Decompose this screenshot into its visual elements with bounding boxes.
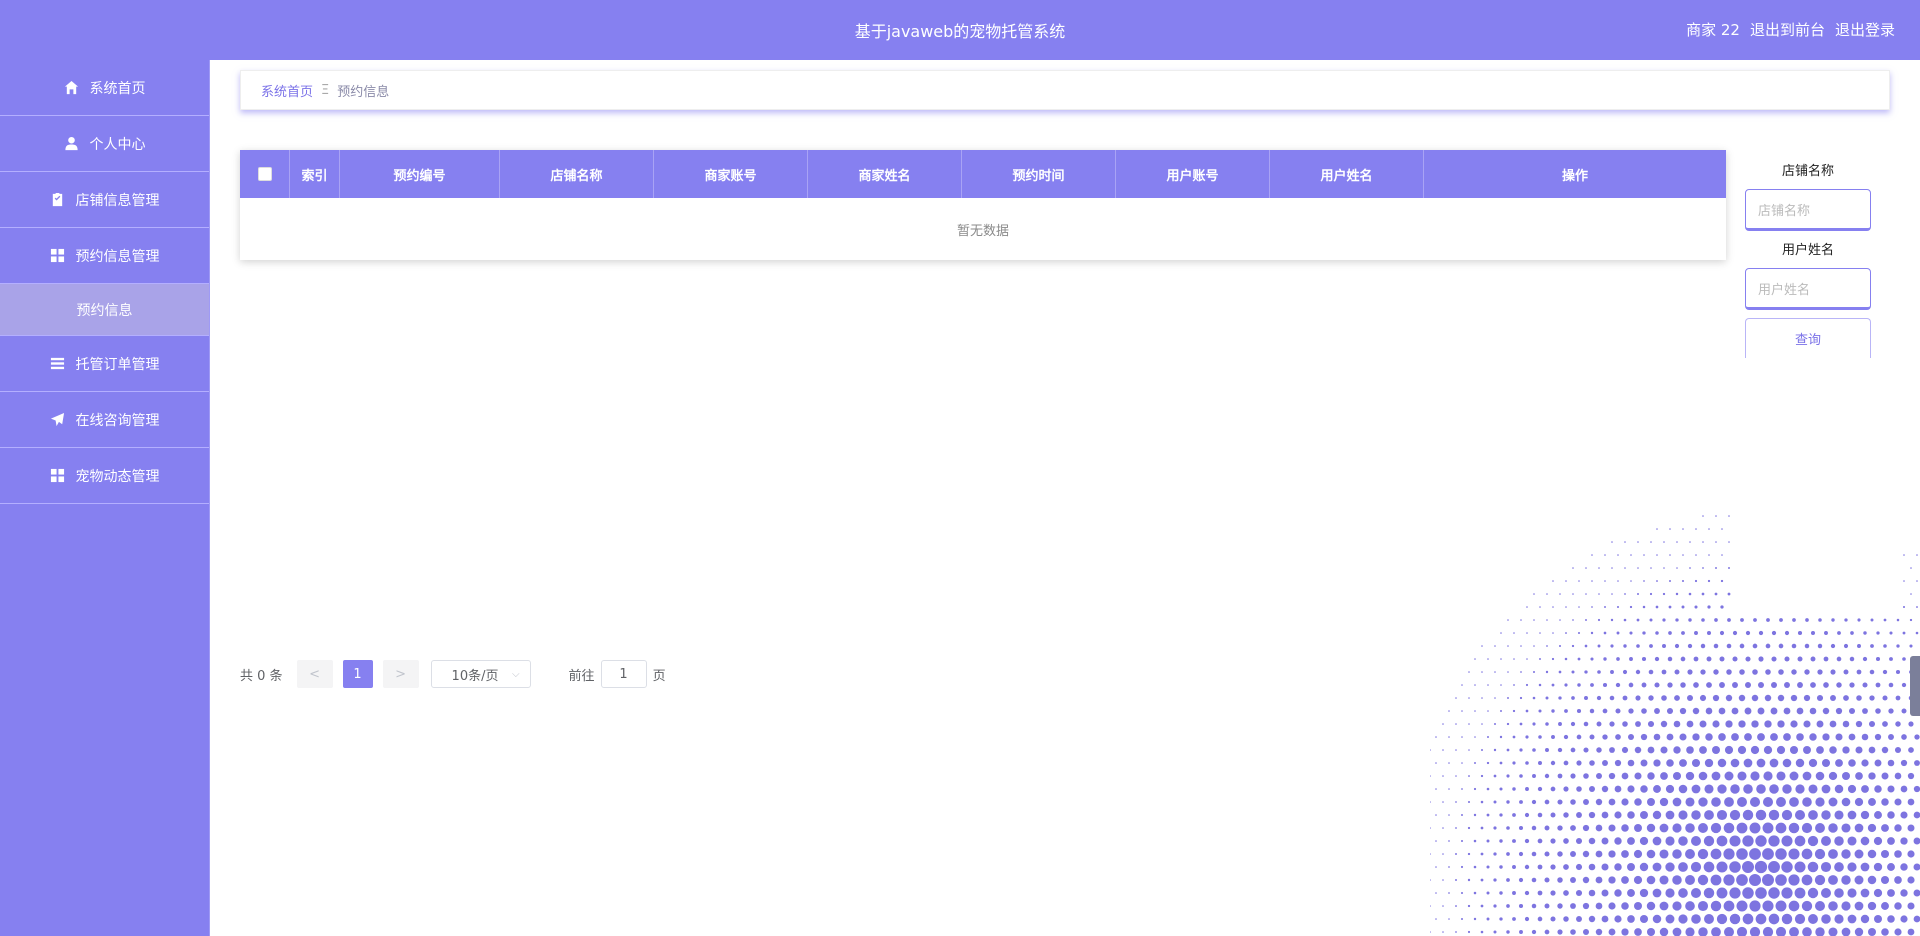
sidebar-item-label: 个人中心 [89, 136, 146, 153]
sidebar-item-label: 托管订单管理 [75, 356, 160, 373]
pagination-total: 共 0 条 [240, 668, 283, 684]
column-header: 商家账号 [654, 150, 808, 198]
home-icon [64, 80, 80, 96]
breadcrumb-home[interactable]: 系统首页 [261, 81, 313, 100]
sidebar-item-profile[interactable]: 个人中心 [0, 116, 209, 172]
shop-name-input[interactable]: 店铺名称 [1745, 189, 1871, 231]
sidebar-item-label: 在线咨询管理 [75, 412, 160, 429]
column-header: 用户姓名 [1270, 150, 1424, 198]
sidebar-item-reservation-mgmt[interactable]: 预约信息管理 [0, 228, 209, 284]
page-size-value: 10条/页 [451, 668, 499, 684]
pagination: 共 0 条 < 1 > 10条/页 ⌵ 前往 1 页 [240, 660, 666, 688]
sidebar-subitem-reservation-info[interactable]: 预约信息 [0, 284, 209, 336]
chevron-down-icon: ⌵ [511, 668, 520, 680]
top-header: 基于javaweb的宠物托管系统 商家 22 退出到前台 退出登录 [0, 0, 1920, 60]
grid-icon [50, 248, 66, 264]
page-size-select[interactable]: 10条/页 ⌵ [430, 660, 531, 688]
search-panel: 店铺名称 店铺名称 用户姓名 用户姓名 查询 [1745, 160, 1871, 358]
query-button[interactable]: 查询 [1745, 318, 1871, 358]
shop-name-label: 店铺名称 [1781, 164, 1834, 179]
sidebar-item-label: 预约信息管理 [75, 248, 160, 265]
breadcrumb: 系统首页 Ξ 预约信息 [240, 70, 1890, 110]
goto-page-input[interactable]: 1 [600, 660, 647, 688]
column-header: 用户账号 [1116, 150, 1270, 198]
next-page-button[interactable]: > [382, 660, 419, 688]
column-header: 预约编号 [340, 150, 500, 198]
sidebar-item-shop-info[interactable]: 店铺信息管理 [0, 172, 209, 228]
column-header: 索引 [290, 150, 340, 198]
sidebar-item-order-mgmt[interactable]: 托管订单管理 [0, 336, 209, 392]
grid-icon [50, 468, 66, 484]
select-all-checkbox[interactable] [257, 167, 272, 181]
goto-prefix: 前往 [568, 668, 595, 684]
goto-suffix: 页 [652, 668, 666, 684]
sidebar-item-consult-mgmt[interactable]: 在线咨询管理 [0, 392, 209, 448]
logout-link[interactable]: 退出登录 [1835, 19, 1895, 40]
column-header: 操作 [1561, 168, 1588, 184]
breadcrumb-current: 预约信息 [337, 84, 390, 100]
sidebar-item-home[interactable]: 系统首页 [0, 60, 209, 116]
header-user-area: 商家 22 退出到前台 退出登录 [1686, 19, 1895, 40]
send-icon [50, 412, 66, 428]
column-header: 店铺名称 [500, 150, 654, 198]
decorative-dot-pattern [1430, 515, 1920, 936]
sidebar-item-label: 系统首页 [89, 80, 146, 97]
sidebar: 系统首页 个人中心 店铺信息管理 预约信息管理 预约信息 托管订单管理 在线咨询… [0, 60, 210, 936]
sidebar-item-label: 宠物动态管理 [75, 468, 160, 485]
data-table: 索引 预约编号 店铺名称 商家账号 商家姓名 预约时间 用户账号 用户姓名 操作… [240, 150, 1726, 260]
column-header: 商家姓名 [808, 150, 962, 198]
prev-page-button[interactable]: < [296, 660, 333, 688]
sidebar-item-label: 店铺信息管理 [75, 192, 160, 209]
back-to-front-link[interactable]: 退出到前台 [1750, 19, 1825, 40]
list-icon [50, 356, 66, 372]
breadcrumb-separator: Ξ [321, 82, 330, 98]
user-icon [64, 136, 80, 152]
user-name-label: 用户姓名 [1781, 243, 1834, 258]
app-title: 基于javaweb的宠物托管系统 [854, 22, 1066, 41]
user-label: 商家 22 [1686, 21, 1740, 39]
side-drawer-handle[interactable] [1910, 656, 1920, 716]
clipboard-icon [50, 192, 66, 208]
sidebar-item-pet-news-mgmt[interactable]: 宠物动态管理 [0, 448, 209, 504]
column-header: 预约时间 [962, 150, 1116, 198]
sidebar-item-label: 预约信息 [76, 302, 133, 319]
select-all-cell [240, 150, 290, 198]
table-empty-text: 暂无数据 [956, 223, 1009, 239]
user-name-input[interactable]: 用户姓名 [1745, 268, 1871, 310]
table-header: 索引 预约编号 店铺名称 商家账号 商家姓名 预约时间 用户账号 用户姓名 操作 [240, 150, 1726, 198]
page-number-button[interactable]: 1 [342, 660, 373, 688]
